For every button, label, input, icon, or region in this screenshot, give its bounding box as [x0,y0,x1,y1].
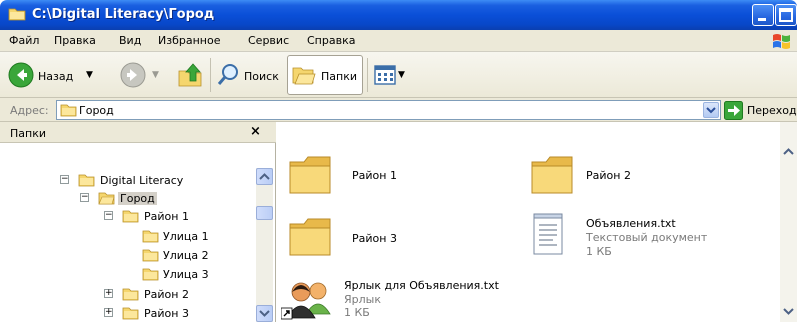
item-type: Ярлык [344,293,381,306]
address-label: Адрес: [10,104,49,117]
up-button[interactable] [174,56,204,94]
tree-item-label: Улица 1 [163,230,209,243]
forward-button[interactable]: ▼ [118,56,164,94]
menu-tools[interactable]: Сервис [248,34,289,47]
menu-help[interactable]: Справка [307,34,355,47]
tree-item-label: Digital Literacy [100,174,184,187]
folder-icon [142,268,159,281]
content-scrollbar[interactable] [780,122,797,322]
chevron-down-icon [259,310,270,317]
back-arrow-icon [8,62,34,88]
file-list: Район 1 Район 2 Район 3 Объявления.txt Т… [277,122,797,322]
item-name: Объявления.txt [586,217,676,230]
folders-label: Папки [321,70,357,83]
folder-icon [8,8,26,21]
back-label: Назад [38,70,74,83]
chevron-up-icon[interactable] [783,146,794,157]
shortcut-item-obyavleniya[interactable]: Ярлык для Объявления.txt Ярлык 1 КБ [281,274,531,322]
menu-file[interactable]: Файл [9,34,39,47]
minimize-icon [758,18,766,21]
item-size: 1 КБ [586,245,612,258]
go-arrow-icon[interactable] [724,101,743,120]
window-title: C:\Digital Literacy\Город [32,7,215,22]
folder-icon [60,104,77,117]
folders-icon [292,67,316,85]
collapse-icon[interactable]: − [104,211,113,220]
tree-item-label: Улица 2 [163,249,209,262]
views-button[interactable]: ▼ [372,56,410,94]
toolbar-separator [367,58,368,92]
expand-icon[interactable]: + [104,308,113,317]
address-input[interactable]: Город [56,100,721,120]
windows-logo-icon [773,34,790,49]
item-name: Район 1 [352,169,397,182]
folder-icon [122,307,139,320]
chevron-down-icon [706,107,716,114]
menu-favorites[interactable]: Избранное [158,34,220,47]
folder-icon [289,156,331,194]
tree-item-label: Улица 3 [163,268,209,281]
maximize-icon [779,8,793,22]
menu-edit[interactable]: Правка [54,34,96,47]
tree-item-label: Район 3 [144,307,189,320]
open-folder-icon [98,192,115,205]
scroll-up-button[interactable] [256,168,273,185]
chevron-up-icon [259,173,270,180]
address-dropdown-button[interactable] [703,102,719,118]
expand-icon[interactable]: + [104,289,113,298]
item-type: Текстовый документ [586,231,708,244]
maximize-button[interactable] [775,4,797,26]
folder-icon [122,288,139,301]
tree-item-label: Район 2 [144,288,189,301]
folders-scrollbar[interactable] [256,168,273,322]
item-name: Район 3 [352,232,397,245]
search-icon [217,64,238,85]
back-dropdown-icon[interactable]: ▼ [86,70,93,80]
scroll-down-button[interactable] [256,305,273,322]
folders-tree: − Digital Literacy − Город − Район 1 Ули… [0,143,276,322]
item-size: 1 КБ [344,306,370,319]
menu-view[interactable]: Вид [119,34,141,47]
tree-item-label: Город [118,192,157,205]
folders-pane-header: Папки × [0,122,276,143]
forward-arrow-icon [120,62,146,88]
minimize-button[interactable] [752,4,774,26]
menu-bar: Файл Правка Вид Избранное Сервис Справка [0,30,797,52]
back-button[interactable]: Назад ▼ [6,56,100,94]
text-document-icon [533,213,563,255]
folders-pane-title: Папки [10,127,46,140]
scroll-thumb[interactable] [256,206,273,220]
folder-item-rayon-1[interactable]: Район 1 [287,152,487,202]
folder-icon [289,218,331,256]
title-bar[interactable]: C:\Digital Literacy\Город [0,0,797,30]
forward-dropdown-icon[interactable]: ▼ [152,70,159,80]
tree-item-label: Район 1 [144,210,189,223]
views-icon [374,65,396,85]
chevron-down-icon[interactable] [783,306,794,317]
views-dropdown-icon[interactable]: ▼ [398,70,405,80]
search-label: Поиск [244,70,279,83]
search-button[interactable]: Поиск [214,56,282,94]
item-name: Ярлык для Объявления.txt [344,279,499,292]
folder-item-rayon-2[interactable]: Район 2 [529,152,729,202]
item-name: Район 2 [586,169,631,182]
folder-icon [142,249,159,262]
folder-icon [142,230,159,243]
collapse-icon[interactable]: − [80,193,89,202]
toolbar-separator [210,58,211,92]
collapse-icon[interactable]: − [60,175,69,184]
close-pane-button[interactable]: × [250,124,261,139]
folder-up-icon [178,63,202,87]
address-bar: Адрес: Город Переход [0,98,797,122]
toolbar: Назад ▼ ▼ Поиск Папки ▼ [0,52,797,98]
go-button[interactable]: Переход [747,104,797,117]
folders-button[interactable]: Папки [287,55,363,95]
folder-icon [122,210,139,223]
file-item-obyavleniya[interactable]: Объявления.txt Текстовый документ 1 КБ [529,210,769,260]
shortcut-people-icon [281,282,331,320]
folder-icon [531,156,573,194]
folder-item-rayon-3[interactable]: Район 3 [287,214,487,264]
address-value: Город [79,104,114,117]
folder-icon [78,174,95,187]
